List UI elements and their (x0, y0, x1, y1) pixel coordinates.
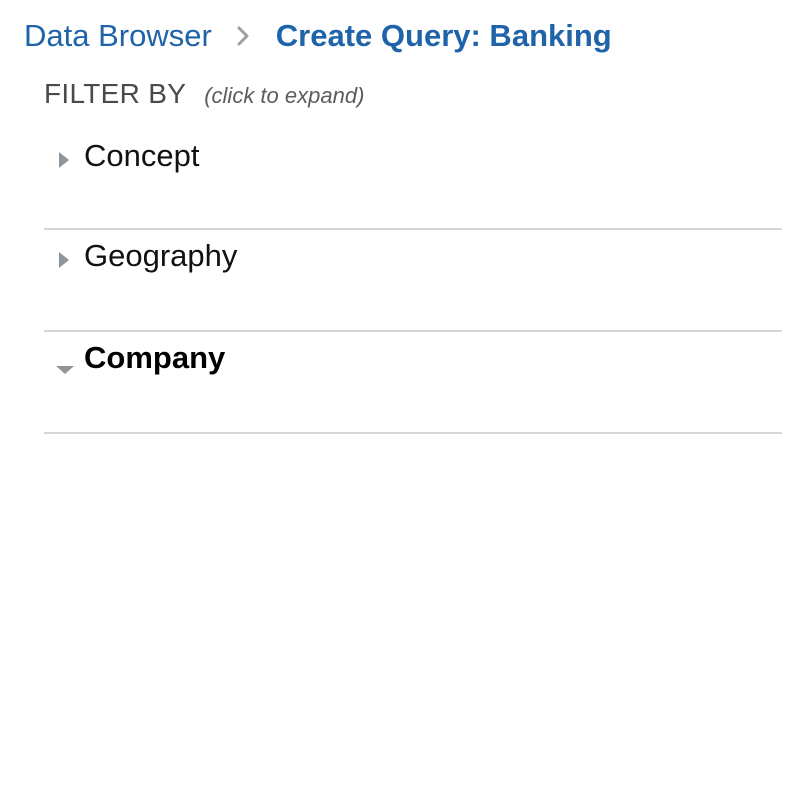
filter-item-concept[interactable]: Concept (44, 130, 782, 230)
filter-item-label: Company (84, 340, 226, 375)
chevron-right-icon (232, 25, 254, 47)
filter-item-company[interactable]: Company (44, 332, 782, 434)
filter-header: FILTER BY (click to expand) (44, 78, 364, 118)
filter-hint: (click to expand) (204, 83, 365, 108)
triangle-right-icon[interactable] (56, 248, 72, 272)
filter-item-label: Concept (84, 138, 200, 173)
page-title: Create Query: Banking (275, 18, 612, 53)
triangle-right-icon[interactable] (56, 148, 72, 172)
breadcrumb-link-data-browser[interactable]: Data Browser (24, 18, 212, 54)
breadcrumb: Data Browser Create Query: Banking (24, 14, 612, 58)
filter-item-geography[interactable]: Geography (44, 230, 782, 332)
filter-title: FILTER BY (44, 78, 187, 109)
triangle-down-icon[interactable] (54, 354, 76, 378)
filter-item-label: Geography (84, 238, 238, 273)
filter-list: Concept Geography Company (44, 130, 782, 434)
